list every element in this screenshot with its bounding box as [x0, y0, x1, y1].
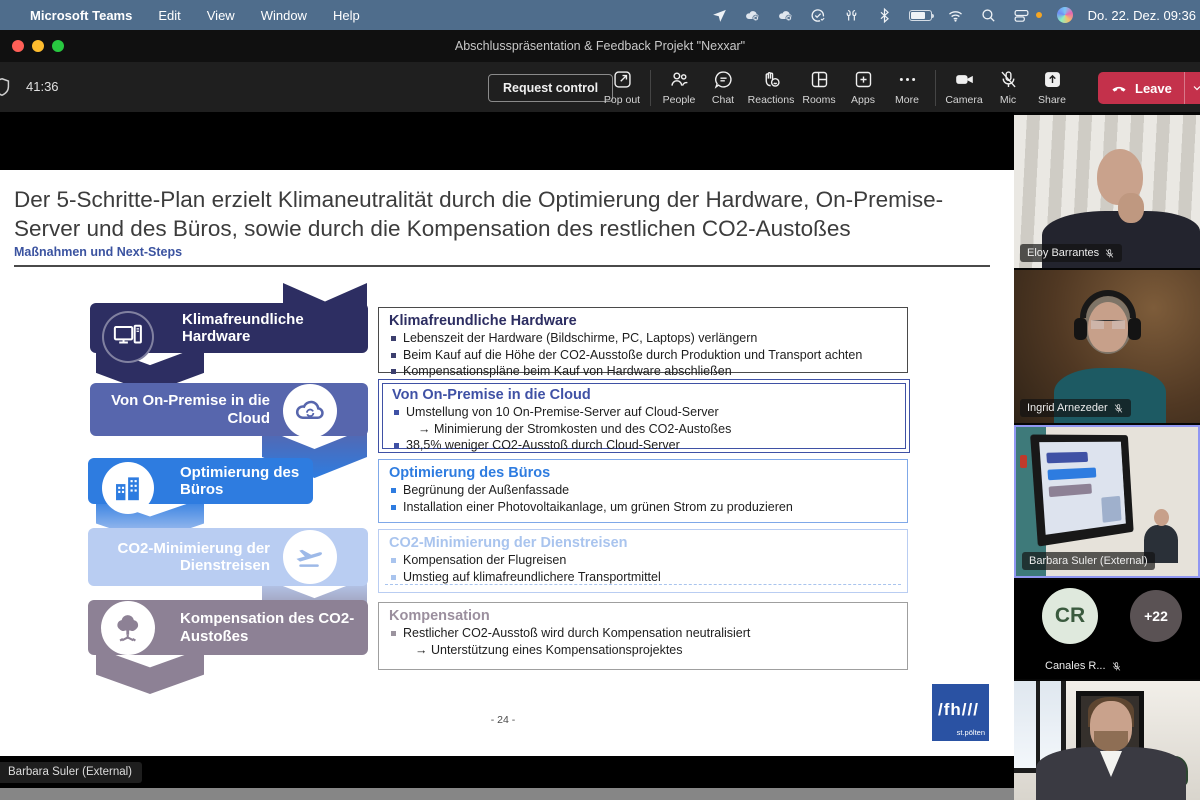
slide-divider — [14, 265, 990, 267]
participant-name-tag: Barbara Suler (External) — [1022, 552, 1155, 570]
notification-dot — [1036, 12, 1042, 18]
buildings-icon — [102, 462, 154, 514]
slide-title: Der 5-Schritte-Plan erzielt Klimaneutral… — [14, 186, 994, 244]
spotlight-icon[interactable] — [980, 6, 998, 24]
reactions-button[interactable]: Reactions — [745, 68, 797, 106]
share-icon — [1042, 68, 1063, 90]
page-number: - 24 - — [458, 714, 548, 726]
chat-button[interactable]: Chat — [701, 68, 745, 106]
wifi-icon[interactable] — [947, 6, 965, 24]
textbox-hardware: Klimafreundliche Hardware Lebenszeit der… — [378, 307, 908, 373]
menu-clock[interactable]: Do. 22. Dez. 09:36 — [1088, 8, 1196, 23]
mic-off-icon — [998, 68, 1019, 90]
avatar: CR — [1042, 588, 1098, 644]
dashed-line — [385, 584, 901, 585]
menu-edit[interactable]: Edit — [158, 8, 180, 23]
slide-subtitle: Maßnahmen und Next-Steps — [14, 245, 182, 259]
leave-button-group: Leave — [1098, 72, 1200, 104]
textbox-title: Von On-Premise in die Cloud — [392, 387, 899, 403]
participant-name-tag: Ingrid Arnezeder — [1020, 399, 1131, 417]
menu-help[interactable]: Help — [333, 8, 360, 23]
mic-off-icon — [1111, 661, 1122, 672]
mic-button[interactable]: Mic — [986, 68, 1030, 106]
earbuds-icon[interactable] — [843, 6, 861, 24]
toolbar-divider — [935, 70, 936, 106]
request-control-button[interactable]: Request control — [488, 74, 613, 102]
chat-icon — [713, 68, 734, 90]
window-title: Abschlusspräsentation & Feedback Projekt… — [0, 39, 1200, 53]
window-title-bar: Abschlusspräsentation & Feedback Projekt… — [0, 30, 1200, 62]
textbox-cloud: Von On-Premise in die Cloud Umstellung v… — [378, 379, 910, 453]
leave-button[interactable]: Leave — [1098, 72, 1184, 104]
people-icon — [669, 68, 690, 90]
apps-icon — [853, 68, 874, 90]
computer-icon — [102, 311, 154, 363]
camera-icon — [954, 68, 975, 90]
participant-tile-barbara[interactable]: Barbara Suler (External) — [1014, 425, 1200, 578]
bottom-strip — [0, 788, 1014, 800]
textbox-title: CO2-Minimierung der Dienstreisen — [389, 535, 897, 551]
menu-view[interactable]: View — [207, 8, 235, 23]
participant-tile-ingrid[interactable]: Ingrid Arnezeder — [1014, 270, 1200, 423]
cloud-icon — [283, 384, 337, 438]
presenter-name-tag: Barbara Suler (External) — [0, 762, 142, 783]
participant-video — [1014, 681, 1200, 800]
more-button[interactable]: More — [885, 68, 929, 106]
chevron-down-icon — [1191, 82, 1200, 94]
popout-icon — [612, 68, 633, 90]
camera-button[interactable]: Camera — [942, 68, 986, 106]
presentation-slide: Der 5-Schritte-Plan erzielt Klimaneutral… — [0, 170, 1014, 756]
tree-icon — [101, 601, 155, 655]
textbox-title: Kompensation — [389, 608, 897, 624]
meeting-toolbar: 41:36 Request control Pop out People Cha… — [0, 62, 1200, 112]
share-button[interactable]: Share — [1030, 68, 1074, 106]
toolbar-divider — [650, 70, 651, 106]
shield-icon — [0, 75, 13, 104]
participant-tile-eloy[interactable]: Eloy Barrantes — [1014, 115, 1200, 268]
teams-window: Microsoft Teams Edit View Window Help Do… — [0, 0, 1200, 800]
participant-tile-canales[interactable]: CR +22 Canales R... — [1014, 580, 1200, 679]
cloud-offline-icon[interactable] — [777, 6, 795, 24]
battery-icon[interactable] — [909, 10, 932, 21]
textbox-title: Optimierung des Büros — [389, 465, 897, 481]
hangup-icon — [1110, 79, 1128, 97]
apps-button[interactable]: Apps — [841, 68, 885, 106]
more-icon — [897, 68, 918, 90]
meeting-timer: 41:36 — [26, 79, 59, 94]
leave-options-button[interactable] — [1184, 72, 1200, 104]
overflow-participants-badge[interactable]: +22 — [1130, 590, 1182, 642]
toolbar-tools: Pop out People Chat Reactions Rooms Apps… — [600, 68, 1074, 106]
location-icon[interactable] — [711, 6, 729, 24]
textbox-title: Klimafreundliche Hardware — [389, 313, 897, 329]
rooms-button[interactable]: Rooms — [797, 68, 841, 106]
airplane-icon — [283, 530, 337, 584]
popout-button[interactable]: Pop out — [600, 68, 644, 106]
mic-off-icon — [1104, 248, 1115, 259]
siri-icon[interactable] — [1057, 7, 1073, 23]
macos-menu-bar: Microsoft Teams Edit View Window Help Do… — [0, 0, 1200, 30]
check-circle-icon[interactable] — [810, 6, 828, 24]
menu-app-name[interactable]: Microsoft Teams — [30, 8, 132, 23]
participant-tile-bottom[interactable] — [1014, 681, 1200, 800]
mic-off-icon — [1113, 403, 1124, 414]
participants-sidebar: Eloy Barrantes Ingrid Arnezeder Barbara … — [1014, 112, 1200, 800]
textbox-compensation: Kompensation Restlicher CO2-Ausstoß wird… — [378, 602, 908, 670]
reactions-icon — [761, 68, 782, 90]
people-button[interactable]: People — [657, 68, 701, 106]
fh-stpoelten-logo: /fh/// st.pölten — [932, 684, 989, 741]
displays-icon[interactable] — [1013, 6, 1031, 24]
rooms-icon — [809, 68, 830, 90]
participant-name-tag: Eloy Barrantes — [1020, 244, 1122, 262]
bluetooth-icon[interactable] — [876, 6, 894, 24]
menu-window[interactable]: Window — [261, 8, 307, 23]
textbox-travel: CO2-Minimierung der Dienstreisen Kompens… — [378, 529, 908, 593]
cloud-offline-icon[interactable] — [744, 6, 762, 24]
participant-name-tag: Canales R... — [1038, 657, 1129, 675]
textbox-office: Optimierung des Büros Begrünung der Auße… — [378, 459, 908, 523]
screen-share-stage: Der 5-Schritte-Plan erzielt Klimaneutral… — [0, 112, 1014, 800]
